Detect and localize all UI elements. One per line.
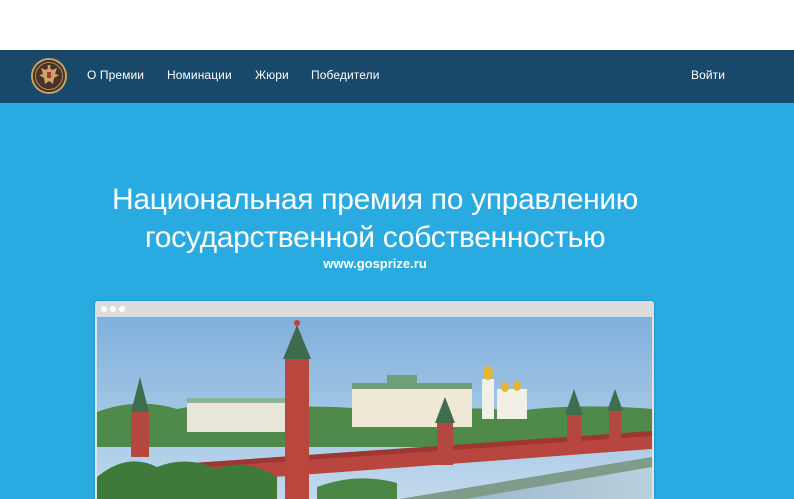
nav-item-jury[interactable]: Жюри — [255, 68, 289, 82]
login-link[interactable]: Войти — [691, 68, 725, 82]
nav-item-nominations[interactable]: Номинации — [167, 68, 232, 82]
hero-section: Национальная премия по управлению госуда… — [0, 103, 794, 499]
site-url: www.gosprize.ru — [323, 256, 427, 271]
kremlin-video-still[interactable] — [97, 317, 652, 499]
window-dot-icon — [110, 306, 116, 312]
nav-item-winners[interactable]: Победители — [311, 68, 380, 82]
browser-mockup — [95, 301, 654, 499]
page-title: Национальная премия по управлению госуда… — [111, 183, 638, 255]
coat-of-arms-icon[interactable] — [31, 58, 67, 94]
window-dot-icon — [119, 306, 125, 312]
nav-item-about[interactable]: О Премии — [87, 68, 144, 82]
window-dot-icon — [101, 306, 107, 312]
browser-toolbar — [95, 301, 654, 317]
top-navbar: О Премии Номинации Жюри Победители Войти — [0, 50, 794, 103]
top-blank-area — [0, 0, 794, 50]
